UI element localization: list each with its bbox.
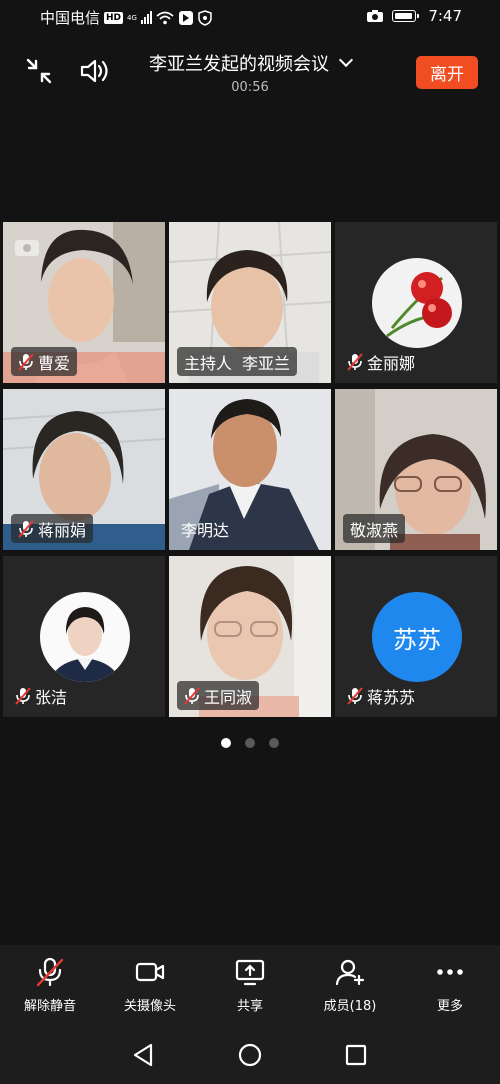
mic-muted-icon bbox=[347, 686, 363, 705]
participant-name-tag: 蒋丽娟 bbox=[11, 514, 94, 543]
participant-tile[interactable]: 曹爱 bbox=[3, 222, 165, 383]
leave-button[interactable]: 离开 bbox=[416, 56, 478, 89]
back-icon[interactable] bbox=[132, 1043, 154, 1067]
shield-icon bbox=[198, 9, 212, 26]
participant-name-tag: 曹爱 bbox=[11, 347, 78, 376]
participant-name: 蒋苏苏 bbox=[367, 687, 416, 707]
share-label: 共享 bbox=[236, 999, 263, 1014]
members-label: 成员(18) bbox=[323, 999, 377, 1014]
camera-off-label: 关摄像头 bbox=[123, 999, 176, 1014]
meeting-toolbar: 解除静音 关摄像头 共享 成员(18) 更多 bbox=[0, 945, 500, 1023]
status-bar: 中国电信 HD 4G 7:47 bbox=[0, 0, 500, 34]
meeting-header: 李亚兰发起的视频会议 00:56 离开 bbox=[0, 34, 500, 106]
network-type: 4G bbox=[127, 13, 137, 22]
portrait-avatar bbox=[40, 592, 130, 682]
hd-badge: HD bbox=[104, 11, 124, 24]
participant-name-tag: 主持人 李亚兰 bbox=[177, 347, 298, 376]
page-dot[interactable] bbox=[221, 738, 231, 748]
text-avatar: 苏苏 bbox=[372, 592, 462, 682]
battery-icon bbox=[392, 10, 420, 22]
more-dots-icon bbox=[437, 969, 463, 975]
chevron-down-icon bbox=[338, 52, 354, 68]
home-icon[interactable] bbox=[238, 1043, 262, 1067]
cherry-avatar bbox=[372, 258, 462, 348]
unmute-label: 解除静音 bbox=[23, 999, 76, 1014]
participant-name-tag: 敬淑燕 bbox=[343, 514, 406, 543]
more-button[interactable]: 更多 bbox=[400, 945, 500, 1023]
participant-tile[interactable]: 王同淑 bbox=[169, 556, 331, 717]
participant-name-tag: 金丽娜 bbox=[343, 347, 419, 376]
participant-tile[interactable]: 张洁 bbox=[3, 556, 165, 717]
page-dot[interactable] bbox=[245, 738, 255, 748]
mic-muted-icon bbox=[36, 957, 64, 987]
members-button[interactable]: 成员(18) bbox=[300, 945, 400, 1023]
app-notification-icon bbox=[178, 10, 193, 25]
camera-off-button[interactable]: 关摄像头 bbox=[100, 945, 200, 1023]
participant-name: 张洁 bbox=[35, 687, 68, 707]
more-label: 更多 bbox=[436, 999, 463, 1014]
participant-name-tag: 王同淑 bbox=[177, 681, 260, 710]
meeting-title: 李亚兰发起的视频会议 bbox=[149, 54, 329, 75]
participant-tile[interactable]: 苏苏 蒋苏苏 bbox=[335, 556, 497, 717]
share-button[interactable]: 共享 bbox=[200, 945, 300, 1023]
camera-switch-icon bbox=[15, 240, 39, 256]
system-nav-bar bbox=[0, 1023, 500, 1084]
host-label: 主持人 bbox=[184, 353, 233, 373]
recent-apps-icon[interactable] bbox=[345, 1044, 367, 1066]
participant-name: 曹爱 bbox=[38, 353, 71, 373]
page-indicator bbox=[0, 738, 500, 748]
wifi-icon bbox=[156, 11, 174, 24]
signal-icon bbox=[140, 11, 152, 24]
participant-name: 敬淑燕 bbox=[350, 520, 399, 540]
participant-tile[interactable]: 敬淑燕 bbox=[335, 389, 497, 550]
mic-muted-icon bbox=[184, 686, 200, 705]
carrier-name: 中国电信 bbox=[40, 9, 101, 27]
participant-name: 蒋丽娟 bbox=[38, 520, 87, 540]
participant-name: 王同淑 bbox=[204, 687, 253, 707]
participant-tile[interactable]: 主持人 李亚兰 bbox=[169, 222, 331, 383]
clock: 7:47 bbox=[428, 7, 462, 25]
mic-muted-icon bbox=[18, 352, 34, 371]
participant-name-tag: 李明达 bbox=[177, 514, 233, 543]
participant-tile[interactable]: 蒋丽娟 bbox=[3, 389, 165, 550]
meeting-title-button[interactable]: 李亚兰发起的视频会议 bbox=[149, 50, 354, 76]
mic-muted-icon bbox=[347, 352, 363, 371]
participant-tile[interactable]: 金丽娜 bbox=[335, 222, 497, 383]
mic-muted-icon bbox=[15, 686, 31, 705]
participant-name-tag: 蒋苏苏 bbox=[343, 681, 419, 710]
mic-muted-icon bbox=[18, 519, 34, 538]
screen-share-icon bbox=[235, 959, 265, 986]
camera-status-icon bbox=[367, 10, 384, 22]
unmute-button[interactable]: 解除静音 bbox=[0, 945, 100, 1023]
participant-name: 李明达 bbox=[181, 520, 230, 540]
participant-name: 李亚兰 bbox=[242, 353, 291, 373]
participant-name: 金丽娜 bbox=[367, 353, 416, 373]
page-dot[interactable] bbox=[269, 738, 279, 748]
participant-name-tag: 张洁 bbox=[11, 681, 71, 710]
add-member-icon bbox=[335, 959, 365, 986]
participant-tile[interactable]: 李明达 bbox=[169, 389, 331, 550]
video-camera-icon bbox=[135, 962, 165, 982]
